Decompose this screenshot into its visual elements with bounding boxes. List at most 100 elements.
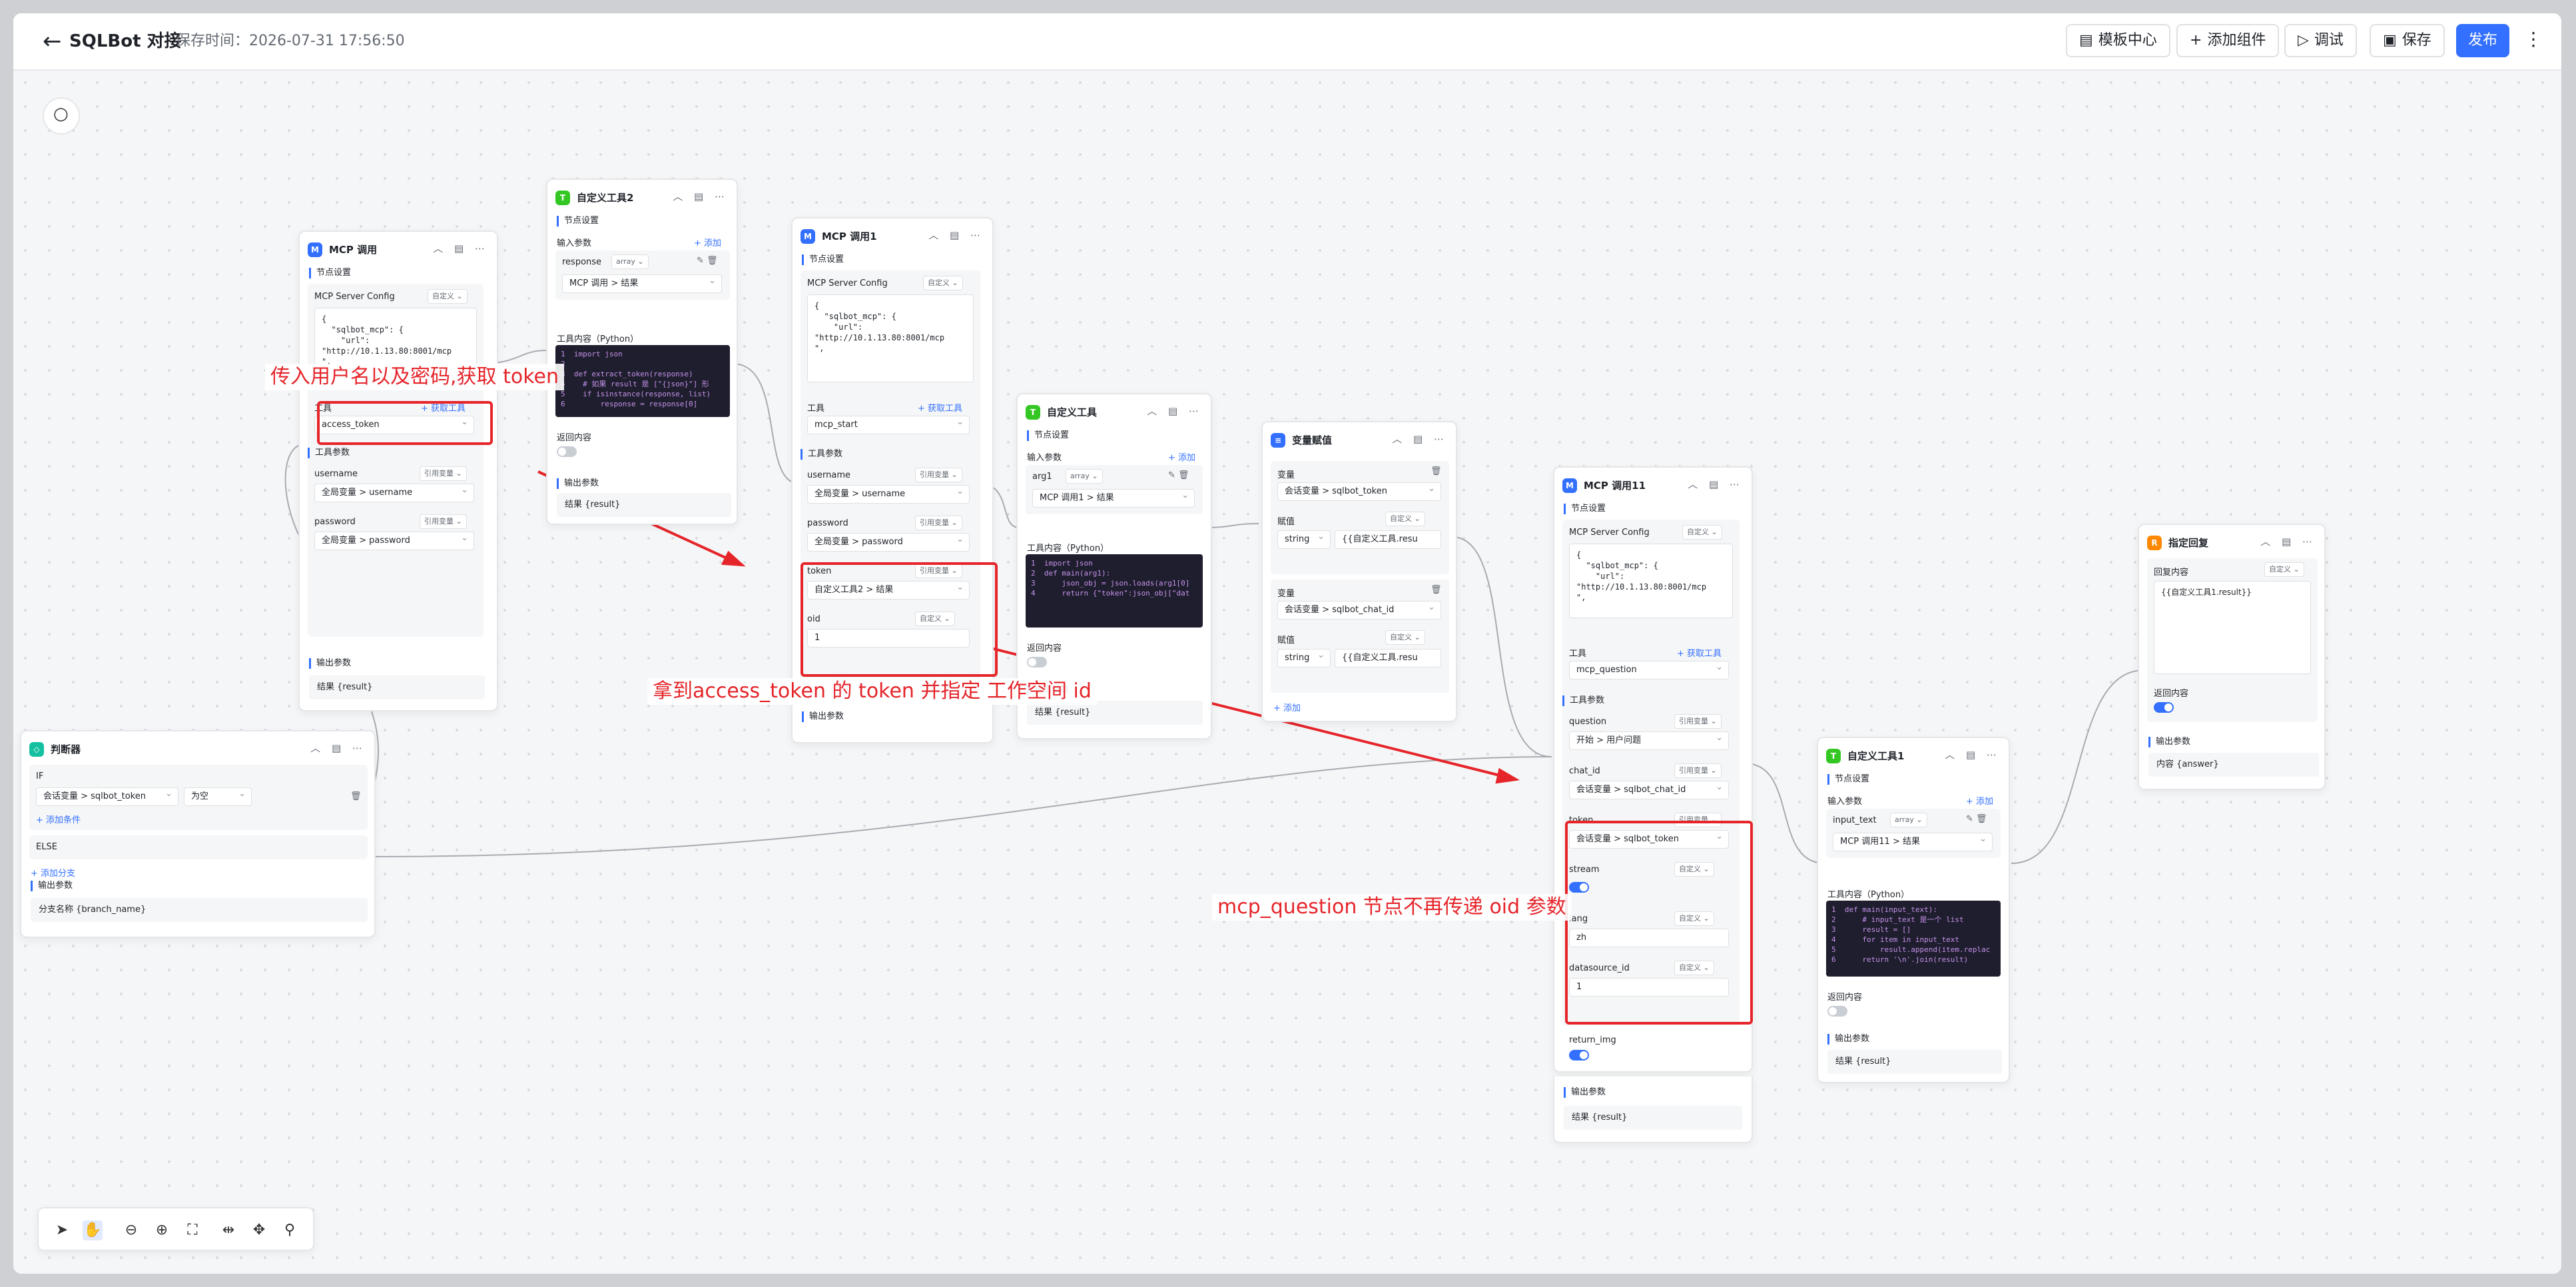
delete-icon[interactable]: 🗑 xyxy=(1431,466,1442,476)
annotation-box-token xyxy=(801,562,998,677)
section-tool-params: 工具参数 xyxy=(308,448,350,458)
edit-icon[interactable]: ✎ 🗑 xyxy=(697,256,718,266)
add-component-button[interactable]: + 添加组件 xyxy=(2176,24,2280,57)
section-tool-params: 工具参数 xyxy=(1562,695,1604,706)
mode-select[interactable]: 引用变量 xyxy=(1674,714,1722,729)
param-label: input_text xyxy=(1833,815,1877,825)
return-toggle[interactable] xyxy=(2154,702,2174,713)
else-branch: ELSE xyxy=(29,835,368,859)
value-input[interactable]: {{自定义工具.resu xyxy=(1335,530,1441,549)
pointer-icon[interactable]: ➤ xyxy=(52,1220,72,1240)
fit-view-icon[interactable]: ⛶ xyxy=(182,1220,202,1240)
mode-select[interactable]: 自定义 xyxy=(923,276,963,290)
output-branch-name: 分支名称 {branch_name} xyxy=(31,898,368,922)
code-editor[interactable]: 1 def main(input_text): 2 # input_text 是… xyxy=(1826,901,2001,977)
condition-variable-select[interactable]: 会话变量 > sqlbot_token xyxy=(36,787,178,806)
if-label: IF xyxy=(36,771,44,781)
param-select[interactable]: 开始 > 用户问题 xyxy=(1569,731,1729,750)
hand-icon[interactable]: ✋ xyxy=(83,1220,103,1240)
output-result: 结果 {result} xyxy=(1564,1106,1742,1130)
workflow-canvas[interactable]: ○ M MCP 调用 ︿ ▤ ⋯ 节点设置 MCP Server Config 自定… xyxy=(13,71,2561,1274)
zoom-out-icon[interactable]: ⊖ xyxy=(121,1220,141,1240)
get-tools-button[interactable]: + 获取工具 xyxy=(1677,646,1722,659)
variable-select[interactable]: 会话变量 > sqlbot_chat_id xyxy=(1277,601,1441,620)
publish-button[interactable]: 发布 xyxy=(2456,24,2509,57)
node-custom-tool-1[interactable]: T 自定义工具1 ︿ ▤ ⋯ 节点设置 输入参数 + 添加 input_text a… xyxy=(1817,737,2010,1083)
code-editor[interactable]: 1 import json 2 def main(arg1): 3 json_o… xyxy=(1026,554,1203,628)
search-button[interactable]: ○ xyxy=(43,97,80,135)
mode-select[interactable]: 自定义 xyxy=(1682,525,1722,540)
reply-content-editor[interactable]: {{自定义工具1.result}} xyxy=(2154,581,2311,674)
param-select[interactable]: 全局变量 > username xyxy=(807,485,970,504)
mode-select[interactable]: 自定义 xyxy=(2264,562,2304,577)
edit-icon[interactable]: ✎ 🗑 xyxy=(1168,470,1189,480)
mode-select[interactable]: 自定义 xyxy=(428,289,468,304)
delete-icon[interactable]: 🗑 xyxy=(1431,585,1442,595)
param-select[interactable]: MCP 调用11 > 结果 xyxy=(1833,833,1993,851)
node-controls[interactable]: ︿ ▤ ⋯ xyxy=(1688,477,1744,491)
return-img-toggle[interactable] xyxy=(1569,1050,1589,1061)
param-select[interactable]: 会话变量 > sqlbot_chat_id xyxy=(1569,781,1729,799)
node-condition[interactable]: ◇判断器︿ ▤ ⋯ IF 会话变量 > sqlbot_token 为空 🗑 + … xyxy=(20,730,376,938)
node-controls[interactable]: ︿ ▤ ⋯ xyxy=(928,228,984,242)
edit-icon[interactable]: ✎ 🗑 xyxy=(1966,814,1987,824)
param-select[interactable]: 全局变量 > username xyxy=(314,484,474,502)
more-icon[interactable]: ⋮ xyxy=(2524,28,2543,50)
node-controls[interactable]: ︿ ▤ ⋯ xyxy=(1945,747,2001,761)
node-variable-assign[interactable]: ≡变量赋值︿ ▤ ⋯ 变量 🗑 会话变量 > sqlbot_token 赋值 自… xyxy=(1261,421,1457,722)
add-param-button[interactable]: + 添加 xyxy=(1966,794,1993,807)
node-mcp-call[interactable]: M MCP 调用 ︿ ▤ ⋯ 节点设置 MCP Server Config 自定义 … xyxy=(298,230,498,711)
param-select[interactable]: 全局变量 > password xyxy=(807,533,970,552)
condition-operator-select[interactable]: 为空 xyxy=(184,787,252,806)
node-controls[interactable]: ︿ ▤ ⋯ xyxy=(433,241,489,255)
add-param-button[interactable]: + 添加 xyxy=(1168,450,1195,463)
node-controls[interactable]: ︿ ▤ ⋯ xyxy=(1392,432,1448,446)
add-branch-button[interactable]: + 添加分支 xyxy=(31,866,75,879)
layout-icon[interactable]: ⇹ xyxy=(218,1220,238,1240)
add-assign-button[interactable]: + 添加 xyxy=(1273,701,1301,713)
return-toggle[interactable] xyxy=(557,446,577,457)
tool-select[interactable]: mcp_question xyxy=(1569,661,1729,679)
node-custom-tool-2[interactable]: T 自定义工具2 ︿ ▤ ⋯ 节点设置 输入参数 + 添加 response arr… xyxy=(546,179,738,525)
mode-select[interactable]: 引用变量 xyxy=(915,468,962,482)
mode-select[interactable]: 引用变量 xyxy=(1674,763,1722,778)
mode-select[interactable]: 引用变量 xyxy=(420,514,467,529)
variable-select[interactable]: 会话变量 > sqlbot_token xyxy=(1277,482,1441,501)
param-select[interactable]: 全局变量 > password xyxy=(314,532,474,550)
param-label: arg1 xyxy=(1032,472,1052,482)
add-condition-button[interactable]: + 添加条件 xyxy=(36,813,81,825)
field-label: 变量 xyxy=(1277,470,1295,480)
mode-select[interactable]: 自定义 xyxy=(1385,630,1425,645)
code-editor[interactable]: 1 import json 2 3 def extract_token(resp… xyxy=(555,345,730,417)
mode-select[interactable]: 自定义 xyxy=(1385,512,1425,526)
delete-icon[interactable]: 🗑 xyxy=(350,791,362,801)
mcp-config-editor[interactable]: { "sqlbot_mcp": { "url": "http://10.1.13… xyxy=(1569,544,1733,618)
node-controls[interactable]: ︿ ▤ ⋯ xyxy=(673,189,729,203)
node-controls[interactable]: ︿ ▤ ⋯ xyxy=(2260,534,2316,548)
zoom-in-icon[interactable]: ⊕ xyxy=(152,1220,172,1240)
arrow-left-icon[interactable]: ← xyxy=(43,28,62,55)
param-select[interactable]: MCP 调用1 > 结果 xyxy=(1032,489,1195,508)
add-param-button[interactable]: + 添加 xyxy=(694,236,721,248)
type-select[interactable]: string xyxy=(1277,530,1331,549)
save-button[interactable]: ▣ 保存 xyxy=(2370,24,2445,57)
mode-select[interactable]: 引用变量 xyxy=(915,516,962,530)
collapse-icon[interactable]: ⚲ xyxy=(280,1220,300,1240)
return-toggle[interactable] xyxy=(1827,1006,1847,1017)
mode-select[interactable]: 引用变量 xyxy=(420,466,467,481)
mcp-config-editor[interactable]: { "sqlbot_mcp": { "url": "http://10.1.13… xyxy=(807,294,974,382)
node-header: T 自定义工具1 ︿ ▤ ⋯ xyxy=(1826,747,2003,766)
mcp-config-editor[interactable]: { "sqlbot_mcp": { "url": "http://10.1.13… xyxy=(314,308,477,372)
type-select[interactable]: string xyxy=(1277,649,1331,667)
param-select[interactable]: MCP 调用 > 结果 xyxy=(562,274,722,293)
node-reply[interactable]: R指定回复︿ ▤ ⋯ 回复内容 自定义 {{自定义工具1.result}} 返回… xyxy=(2138,524,2326,790)
arrange-icon[interactable]: ✥ xyxy=(249,1220,269,1240)
return-toggle[interactable] xyxy=(1027,657,1047,667)
debug-button[interactable]: ▷ 调试 xyxy=(2284,24,2357,57)
node-controls[interactable]: ︿ ▤ ⋯ xyxy=(1147,404,1203,418)
node-controls[interactable]: ︿ ▤ ⋯ xyxy=(310,741,366,755)
value-input[interactable]: {{自定义工具.resu xyxy=(1335,649,1441,667)
template-center-button[interactable]: ▤ 模板中心 xyxy=(2066,24,2170,57)
get-tools-button[interactable]: + 获取工具 xyxy=(918,401,962,414)
tool-select[interactable]: mcp_start xyxy=(807,416,970,434)
